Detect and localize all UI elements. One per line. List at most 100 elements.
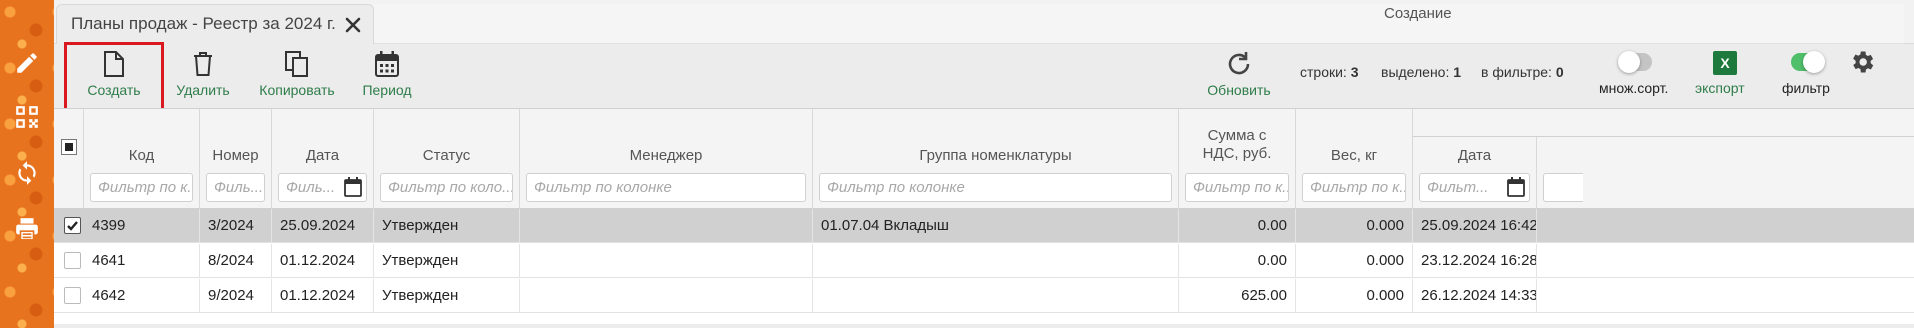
refresh-label: Обновить <box>1207 82 1271 98</box>
toolbar: Создать Удалить Копировать Период Обнови… <box>54 42 1914 114</box>
pencil-icon[interactable] <box>8 44 46 82</box>
table-row[interactable]: 4641 8/2024 01.12.2024 Утвержден 0.00 0.000 23… <box>54 244 1914 278</box>
cell-sum: 625.00 <box>1179 279 1296 313</box>
column-created-date[interactable]: Дата Фильт... <box>1413 137 1537 209</box>
copy-label: Копировать <box>259 82 335 98</box>
filter-weight-input[interactable]: Фильтр по к... <box>1302 173 1406 202</box>
column-title: Статус <box>422 147 471 164</box>
cell-sum: 0.00 <box>1179 244 1296 278</box>
printer-icon[interactable] <box>8 210 46 248</box>
cell-manager <box>520 244 813 278</box>
column-created-next <box>1537 137 1914 209</box>
toggle-knob <box>1803 51 1825 73</box>
filter-created-date-input[interactable]: Фильт... <box>1419 173 1530 202</box>
export-label[interactable]: экспорт <box>1695 80 1745 96</box>
cell-date: 01.12.2024 <box>272 244 374 278</box>
cell-weight: 0.000 <box>1296 209 1413 243</box>
table-row[interactable]: 4642 9/2024 01.12.2024 Утвержден 625.00 0.000… <box>54 279 1914 313</box>
excel-icon[interactable]: X <box>1713 51 1737 75</box>
gear-icon[interactable] <box>1848 48 1876 81</box>
delete-button[interactable]: Удалить <box>168 44 238 108</box>
cell-group: 01.07.04 Вкладыш <box>813 209 1179 243</box>
calendar-icon[interactable] <box>1507 177 1525 201</box>
cell-number: 8/2024 <box>200 244 272 278</box>
tab-bar: Планы продаж - Реестр за 2024 г. <box>54 0 1914 44</box>
cell-date: 25.09.2024 <box>272 209 374 243</box>
column-title: Дата <box>305 147 340 164</box>
filter-sum-input[interactable]: Фильтр по к... <box>1185 173 1289 202</box>
cell-date: 01.12.2024 <box>272 279 374 313</box>
group-header-title: Создание <box>1384 5 1452 22</box>
cell-created-date: 23.12.2024 16:28 <box>1413 244 1537 278</box>
calendar-icon[interactable] <box>344 177 362 201</box>
column-title: Группа номенклатуры <box>919 147 1072 164</box>
filter-group-input[interactable]: Фильтр по колонке <box>819 173 1172 202</box>
column-group[interactable]: Группа номенклатуры Фильтр по колонке <box>813 109 1179 209</box>
cell-number: 3/2024 <box>200 209 272 243</box>
sidebar <box>0 0 54 328</box>
filter-code-input[interactable]: Фильтр по к... <box>90 173 193 202</box>
filter-next-input[interactable] <box>1543 173 1583 202</box>
create-label: Создать <box>87 82 141 98</box>
column-status[interactable]: Статус Фильтр по коло... <box>374 109 520 209</box>
selected-count: выделено: 1 <box>1381 64 1462 80</box>
column-weight[interactable]: Вес, кг Фильтр по к... <box>1296 109 1413 209</box>
period-label: Период <box>362 82 412 98</box>
cell-group <box>813 279 1179 313</box>
cell-manager <box>520 279 813 313</box>
column-date[interactable]: Дата Филь... <box>272 109 374 209</box>
sync-icon[interactable] <box>8 154 46 192</box>
cell-code: 4641 <box>84 244 200 278</box>
column-number[interactable]: Номер Филь... <box>200 109 272 209</box>
cell-group <box>813 244 1179 278</box>
multisort-toggle[interactable] <box>1618 51 1652 73</box>
cell-status: Утвержден <box>374 244 520 278</box>
filter-number-input[interactable]: Филь... <box>206 173 265 202</box>
column-title: Номер <box>212 147 259 164</box>
filter-label: фильтр <box>1782 80 1830 96</box>
filter-placeholder: Филь... <box>286 179 336 196</box>
in-filter-count: в фильтре: 0 <box>1481 64 1564 80</box>
row-checkbox[interactable] <box>64 252 81 269</box>
cell-created-date: 26.12.2024 14:33 <box>1413 279 1537 313</box>
tab-bar-background <box>374 4 1904 44</box>
cell-code: 4399 <box>84 209 200 243</box>
cell-code: 4642 <box>84 279 200 313</box>
column-title: Код <box>128 147 155 164</box>
create-button[interactable]: Создать <box>66 44 162 108</box>
filter-status-input[interactable]: Фильтр по коло... <box>380 173 513 202</box>
close-icon[interactable] <box>343 15 363 35</box>
row-checkbox[interactable] <box>64 217 81 234</box>
tab-sales-plans[interactable]: Планы продаж - Реестр за 2024 г. <box>56 4 374 44</box>
qr-code-icon[interactable] <box>8 98 46 136</box>
toggle-knob <box>1618 51 1640 73</box>
trash-icon <box>194 52 212 76</box>
copy-icon <box>285 51 308 77</box>
cell-weight: 0.000 <box>1296 279 1413 313</box>
column-sum[interactable]: Сумма с НДС, руб. Фильтр по к... <box>1179 109 1296 209</box>
main-area: Планы продаж - Реестр за 2024 г. Создать… <box>54 0 1914 328</box>
cell-status: Утвержден <box>374 209 520 243</box>
column-title: Вес, кг <box>1330 147 1378 164</box>
select-all-checkbox[interactable] <box>61 139 77 155</box>
select-all-header <box>54 109 84 209</box>
tab-title: Планы продаж - Реестр за 2024 г. <box>71 14 336 33</box>
column-manager[interactable]: Менеджер Фильтр по колонке <box>520 109 813 209</box>
filter-toggle[interactable] <box>1791 51 1825 73</box>
cell-number: 9/2024 <box>200 279 272 313</box>
column-group-creation: Создание <box>1384 5 1914 137</box>
filter-placeholder: Фильт... <box>1427 179 1489 196</box>
filter-date-input[interactable]: Филь... <box>278 173 367 202</box>
copy-button[interactable]: Копировать <box>248 44 346 108</box>
filter-manager-input[interactable]: Фильтр по колонке <box>526 173 806 202</box>
cell-weight: 0.000 <box>1296 244 1413 278</box>
table-row[interactable]: 4399 3/2024 25.09.2024 Утвержден 01.07.04 Вк… <box>54 209 1914 243</box>
delete-label: Удалить <box>176 82 230 98</box>
cell-created-date: 25.09.2024 16:42 <box>1413 209 1537 243</box>
refresh-icon <box>1228 52 1250 75</box>
column-title: Сумма с НДС, руб. <box>1202 127 1272 162</box>
period-button[interactable]: Период <box>352 44 422 108</box>
row-checkbox[interactable] <box>64 287 81 304</box>
column-code[interactable]: Код Фильтр по к... <box>84 109 200 209</box>
refresh-button[interactable]: Обновить <box>1194 44 1284 108</box>
